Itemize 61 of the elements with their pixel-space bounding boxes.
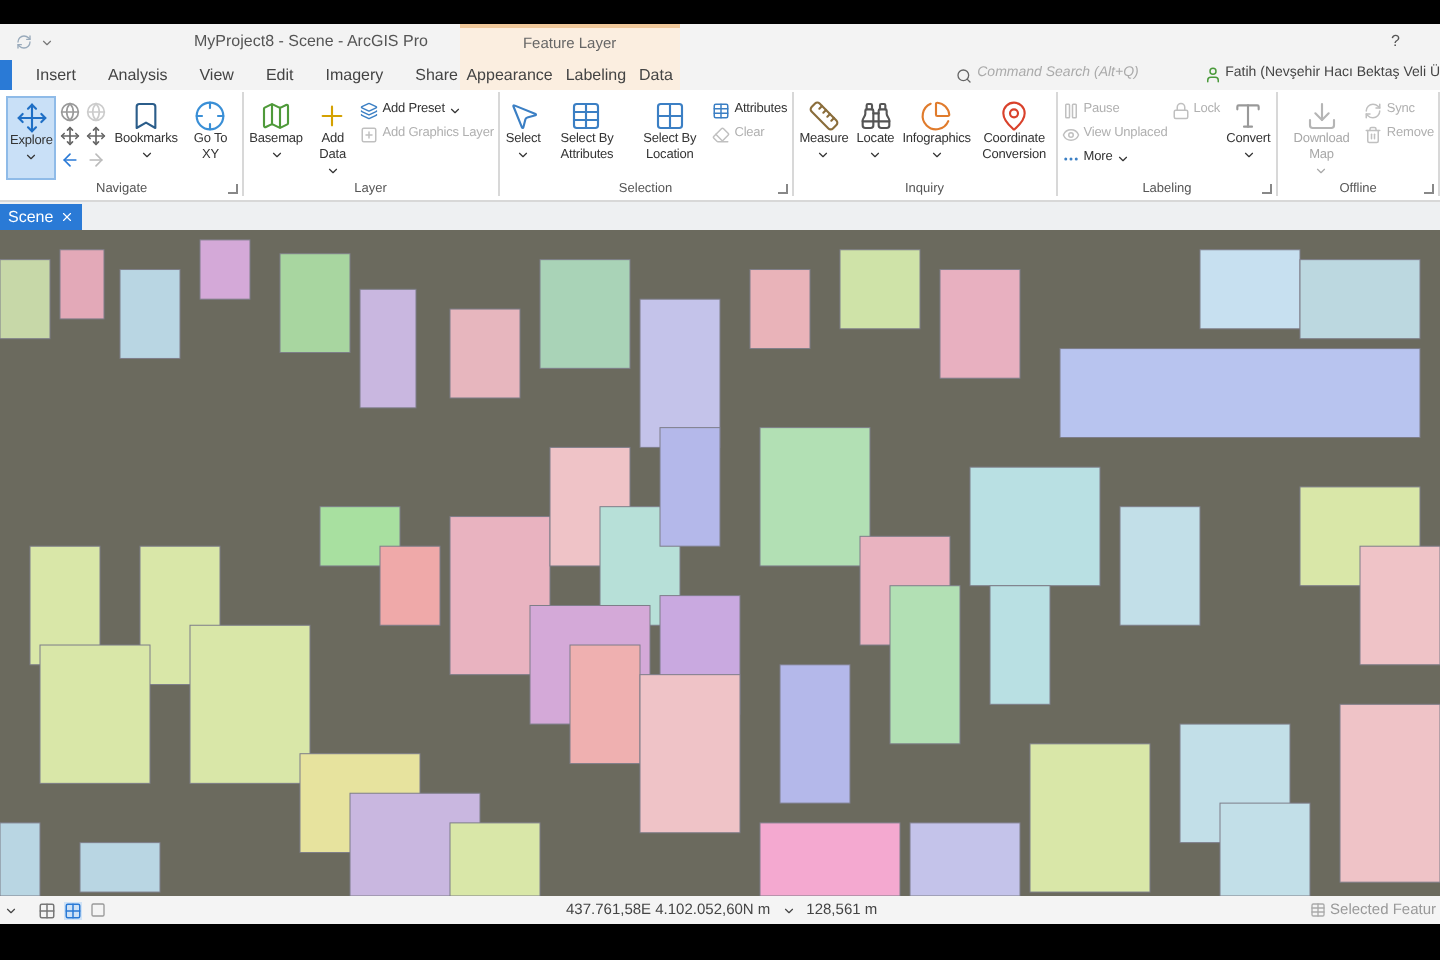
tool-icon — [507, 100, 540, 132]
launcher-icon[interactable] — [1262, 184, 1273, 194]
caret-icon — [929, 148, 944, 162]
caret-icon — [1241, 148, 1256, 162]
tool-icon — [1061, 101, 1080, 119]
scene-view-tab[interactable]: Scene — [0, 204, 82, 230]
grid-icon[interactable] — [38, 901, 56, 919]
ribbon-tab[interactable]: Edit — [263, 60, 296, 90]
window-title: MyProject8 - Scene - ArcGIS Pro — [194, 30, 428, 54]
ribbon-tab[interactable]: Analysis — [105, 60, 170, 90]
table-icon — [1310, 902, 1327, 918]
ribbon-tab[interactable]: Share — [413, 60, 460, 90]
launcher-icon[interactable] — [1424, 184, 1434, 194]
ribbon-tab[interactable]: View — [197, 60, 236, 90]
tool-icon — [1061, 125, 1080, 143]
launcher-icon[interactable] — [227, 184, 238, 194]
tool-icon — [1171, 101, 1190, 119]
tool-icon — [920, 100, 953, 132]
tool-icon — [653, 100, 686, 132]
square-icon[interactable] — [90, 902, 106, 918]
caret-icon — [325, 164, 340, 178]
help-button[interactable]: ? — [1391, 30, 1400, 54]
tool-icon — [1232, 100, 1265, 132]
ribbon-tab[interactable]: Imagery — [323, 60, 386, 90]
tool-icon — [570, 100, 603, 132]
tool-icon — [15, 102, 48, 134]
tool-icon — [360, 125, 379, 143]
caret-icon — [139, 148, 154, 162]
caret-icon — [816, 148, 831, 162]
back-arrow-icon[interactable] — [60, 150, 81, 170]
close-icon[interactable] — [59, 210, 74, 224]
tool-icon — [260, 100, 293, 132]
tool-icon — [1364, 101, 1383, 119]
tool-icon — [712, 101, 731, 119]
tool-icon — [1305, 100, 1338, 132]
grid-icon[interactable] — [64, 901, 82, 919]
user-icon — [1203, 66, 1222, 84]
caret-icon — [1314, 164, 1329, 178]
ribbon-tab[interactable]: Data — [637, 60, 675, 90]
search-icon — [955, 67, 972, 83]
caret-icon — [269, 148, 284, 162]
caret-icon — [448, 103, 463, 117]
caret-icon — [24, 150, 39, 164]
launcher-icon[interactable] — [777, 184, 788, 194]
tool-icon — [712, 125, 731, 143]
tool-icon — [1364, 125, 1383, 143]
ribbon-tab[interactable]: Insert — [33, 60, 78, 90]
caret-icon — [516, 148, 531, 162]
tool-icon — [194, 100, 227, 132]
caret-icon[interactable] — [4, 903, 18, 917]
caret-icon — [868, 148, 883, 162]
caret-icon[interactable] — [782, 903, 797, 917]
caret-icon — [1116, 151, 1131, 165]
ribbon-tab[interactable]: Appearance — [464, 60, 555, 90]
tool-icon — [998, 100, 1031, 132]
globe-icon[interactable] — [60, 102, 81, 122]
tool-icon — [807, 100, 840, 132]
ribbon-tab[interactable]: Labeling — [563, 60, 629, 90]
tool-icon — [859, 100, 892, 132]
tool-icon — [360, 101, 379, 119]
customize-icon[interactable] — [40, 35, 54, 49]
